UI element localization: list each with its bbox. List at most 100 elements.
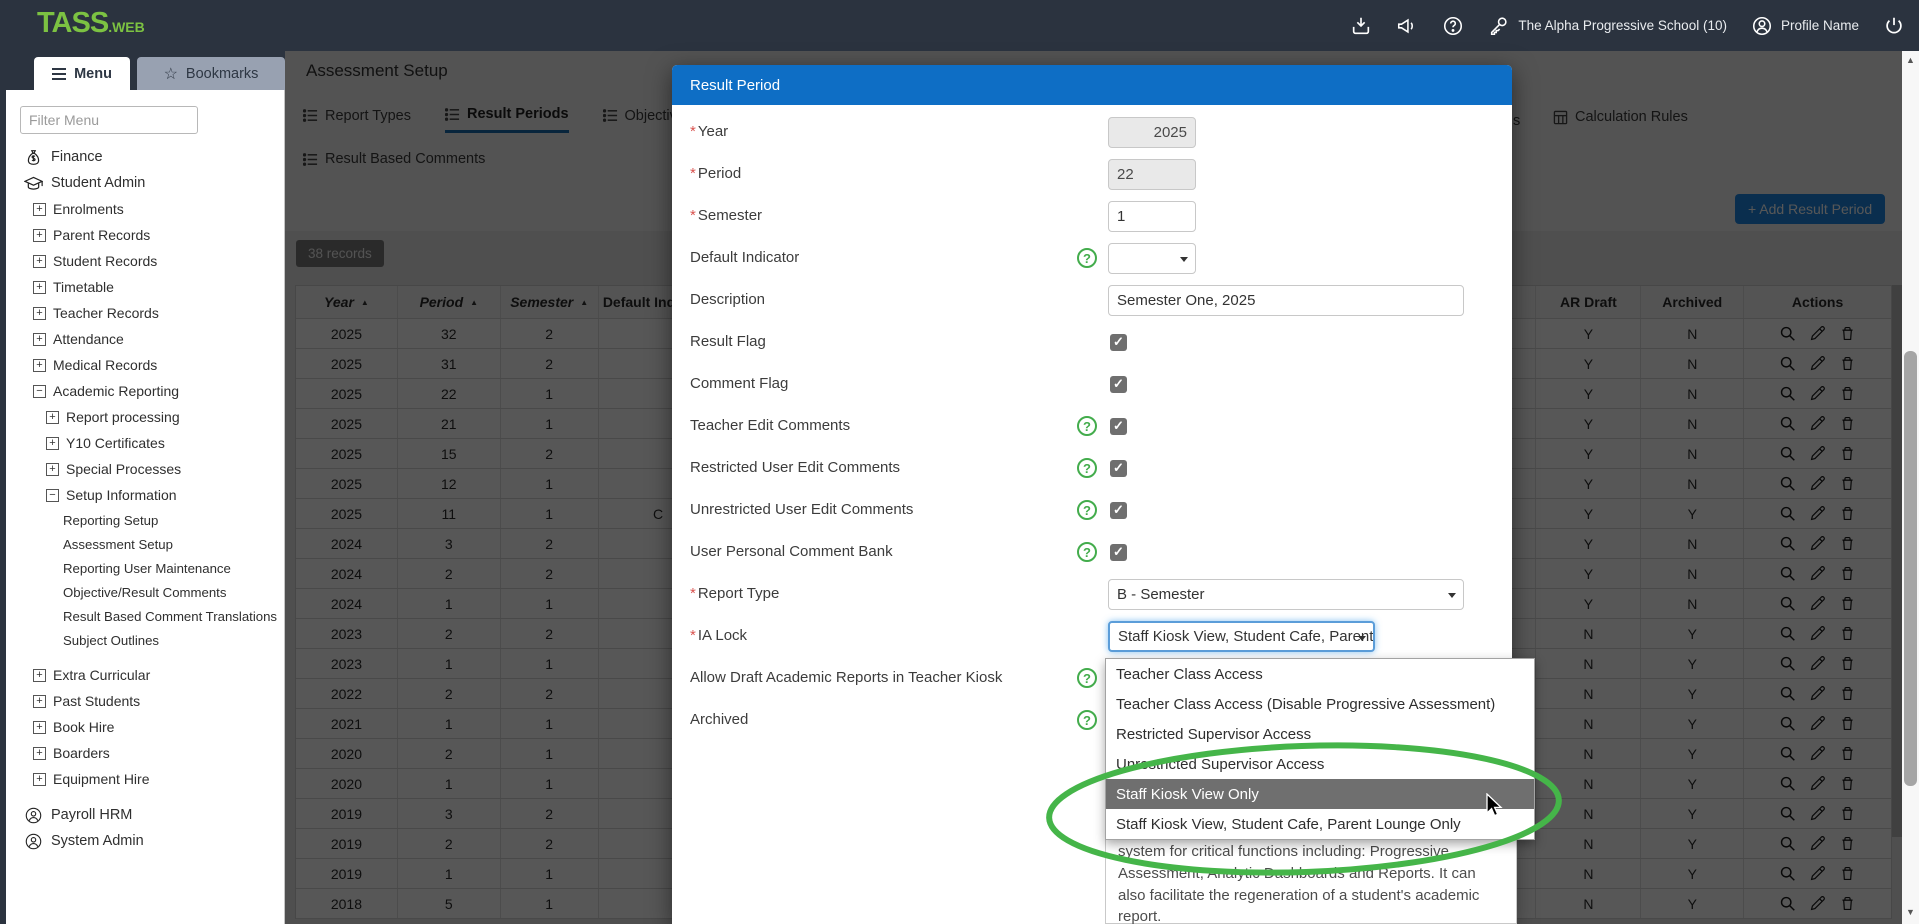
teacher-edit-comments-checkbox[interactable]	[1110, 418, 1127, 435]
sidebar-item-student-records[interactable]: +Student Records	[6, 248, 284, 274]
tab-bookmarks[interactable]: ☆ Bookmarks	[137, 57, 285, 90]
sidebar-item-reporting-user-maintenance[interactable]: Reporting User Maintenance	[6, 556, 284, 580]
sidebar-item-equipment-hire[interactable]: +Equipment Hire	[6, 766, 284, 792]
expand-icon[interactable]: +	[46, 463, 59, 476]
filter-menu-input[interactable]	[20, 106, 198, 134]
sidebar-item-assessment-setup[interactable]: Assessment Setup	[6, 532, 284, 556]
result-flag-checkbox[interactable]	[1110, 334, 1127, 351]
ia-lock-select[interactable]: Staff Kiosk View, Student Cafe, Parent L…	[1108, 621, 1375, 652]
tab-menu[interactable]: Menu	[34, 57, 130, 90]
field-label: Comment Flag	[690, 375, 788, 392]
expand-icon[interactable]: +	[33, 333, 46, 346]
dropdown-option-staff-kiosk-view-student-cafe-parent-lounge-only[interactable]: Staff Kiosk View, Student Cafe, Parent L…	[1106, 809, 1534, 839]
expand-icon[interactable]: +	[46, 411, 59, 424]
field-help-icon[interactable]: ?	[1077, 458, 1097, 478]
field-label: *Semester	[690, 207, 762, 224]
sidebar-item-finance[interactable]: Finance	[6, 144, 284, 170]
description-input[interactable]: Semester One, 2025	[1108, 285, 1464, 316]
expand-icon[interactable]: +	[33, 721, 46, 734]
field-label: Teacher Edit Comments	[690, 417, 850, 434]
field-row-user-personal-comment-bank: User Personal Comment Bank?	[672, 537, 1512, 568]
screen: TASS.WEB The Alpha Progressive School (1…	[0, 0, 1919, 924]
scroll-up-icon[interactable]: ▲	[1902, 55, 1919, 65]
expand-icon[interactable]: +	[46, 437, 59, 450]
sidebar-item-subject-outlines[interactable]: Subject Outlines	[6, 628, 284, 652]
field-label-text: Unrestricted User Edit Comments	[690, 501, 913, 518]
expand-icon[interactable]: +	[33, 255, 46, 268]
expand-icon[interactable]: +	[33, 203, 46, 216]
chevron-down-icon	[1358, 636, 1366, 641]
power-icon[interactable]	[1883, 15, 1905, 37]
sidebar-item-extra-curricular[interactable]: +Extra Curricular	[6, 662, 284, 688]
semester-input[interactable]: 1	[1108, 201, 1196, 232]
collapse-icon[interactable]: −	[46, 489, 59, 502]
dropdown-option-restricted-supervisor-access[interactable]: Restricted Supervisor Access	[1106, 719, 1534, 749]
expand-icon[interactable]: +	[33, 359, 46, 372]
field-label-text: Default Indicator	[690, 249, 799, 266]
sidebar-item-academic-reporting[interactable]: −Academic Reporting	[6, 378, 284, 404]
default-indicator-select[interactable]	[1108, 243, 1196, 274]
grad-cap-icon	[24, 175, 43, 192]
sidebar-item-reporting-setup[interactable]: Reporting Setup	[6, 508, 284, 532]
dropdown-option-teacher-class-access[interactable]: Teacher Class Access	[1106, 659, 1534, 689]
user-personal-comment-bank-checkbox[interactable]	[1110, 544, 1127, 561]
sidebar-item-setup-information[interactable]: −Setup Information	[6, 482, 284, 508]
field-label: *IA Lock	[690, 627, 747, 644]
field-help-icon[interactable]: ?	[1077, 248, 1097, 268]
download-icon[interactable]	[1350, 15, 1372, 37]
dropdown-option-teacher-class-access-disable-progressive-assessment[interactable]: Teacher Class Access (Disable Progressiv…	[1106, 689, 1534, 719]
sidebar-item-attendance[interactable]: +Attendance	[6, 326, 284, 352]
expand-icon[interactable]: +	[33, 229, 46, 242]
expand-icon[interactable]: +	[33, 281, 46, 294]
scrollbar-thumb[interactable]	[1904, 351, 1917, 786]
school-selector[interactable]: The Alpha Progressive School (10)	[1488, 15, 1727, 37]
sidebar-item-payroll-hrm[interactable]: Payroll HRM	[6, 802, 284, 828]
expand-icon[interactable]: +	[33, 307, 46, 320]
sidebar-item-book-hire[interactable]: +Book Hire	[6, 714, 284, 740]
sidebar-item-medical-records[interactable]: +Medical Records	[6, 352, 284, 378]
field-label: Allow Draft Academic Reports in Teacher …	[690, 669, 1002, 686]
field-label: Restricted User Edit Comments	[690, 459, 900, 476]
field-help-icon[interactable]: ?	[1077, 542, 1097, 562]
sidebar-item-past-students[interactable]: +Past Students	[6, 688, 284, 714]
sidebar-item-y10-certificates[interactable]: +Y10 Certificates	[6, 430, 284, 456]
page-scrollbar[interactable]: ▲ ▼	[1902, 51, 1919, 924]
profile-menu[interactable]: Profile Name	[1751, 15, 1859, 37]
dropdown-option-unrestricted-supervisor-access[interactable]: Unrestricted Supervisor Access	[1106, 749, 1534, 779]
sidebar-item-report-processing[interactable]: +Report processing	[6, 404, 284, 430]
field-help-icon[interactable]: ?	[1077, 710, 1097, 730]
school-name: The Alpha Progressive School (10)	[1518, 18, 1727, 33]
help-icon[interactable]	[1442, 15, 1464, 37]
sidebar-item-student-admin[interactable]: Student Admin	[6, 170, 284, 196]
sidebar-item-enrolments[interactable]: +Enrolments	[6, 196, 284, 222]
field-help-icon[interactable]: ?	[1077, 500, 1097, 520]
unrestricted-user-edit-comments-checkbox[interactable]	[1110, 502, 1127, 519]
sidebar-item-special-processes[interactable]: +Special Processes	[6, 456, 284, 482]
field-control	[1108, 495, 1127, 519]
field-label-text: Report Type	[698, 585, 779, 602]
field-row-report-type: *Report TypeB - Semester	[672, 579, 1512, 610]
sidebar-item-result-based-comment-translations[interactable]: Result Based Comment Translations	[6, 604, 284, 628]
sidebar-item-boarders[interactable]: +Boarders	[6, 740, 284, 766]
restricted-user-edit-comments-checkbox[interactable]	[1110, 460, 1127, 477]
expand-icon[interactable]: +	[33, 695, 46, 708]
field-control	[1108, 411, 1127, 435]
expand-icon[interactable]: +	[33, 669, 46, 682]
scroll-down-icon[interactable]: ▼	[1902, 907, 1919, 917]
comment-flag-checkbox[interactable]	[1110, 376, 1127, 393]
expand-icon[interactable]: +	[33, 747, 46, 760]
collapse-icon[interactable]: −	[33, 385, 46, 398]
sidebar-item-label: Setup Information	[66, 487, 177, 503]
field-row-unrestricted-user-edit-comments: Unrestricted User Edit Comments?	[672, 495, 1512, 526]
field-help-icon[interactable]: ?	[1077, 668, 1097, 688]
field-help-icon[interactable]: ?	[1077, 416, 1097, 436]
sidebar-item-system-admin[interactable]: System Admin	[6, 828, 284, 854]
sidebar-item-parent-records[interactable]: +Parent Records	[6, 222, 284, 248]
dropdown-option-staff-kiosk-view-only[interactable]: Staff Kiosk View Only	[1106, 779, 1534, 809]
report-type-select[interactable]: B - Semester	[1108, 579, 1464, 610]
sidebar-item-objective-result-comments[interactable]: Objective/Result Comments	[6, 580, 284, 604]
expand-icon[interactable]: +	[33, 773, 46, 786]
sidebar-item-timetable[interactable]: +Timetable	[6, 274, 284, 300]
megaphone-icon[interactable]	[1396, 15, 1418, 37]
sidebar-item-teacher-records[interactable]: +Teacher Records	[6, 300, 284, 326]
